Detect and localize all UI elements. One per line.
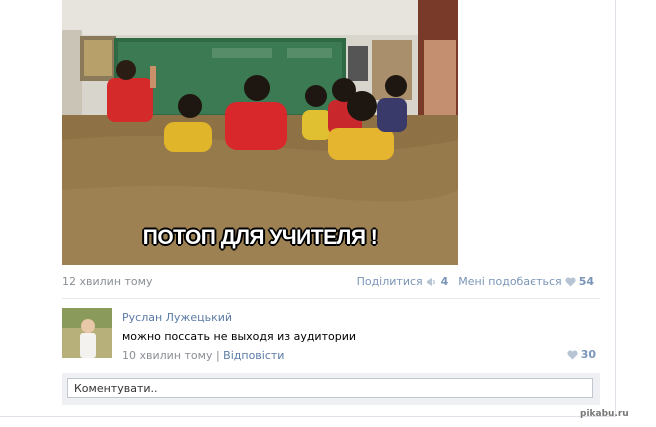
page-bottom-divider [0, 416, 616, 417]
site-watermark: pikabu.ru [580, 409, 629, 419]
comment-separator: | [215, 349, 220, 362]
reply-button[interactable]: Відповісти [223, 349, 284, 362]
post-photo[interactable]: ПОТОП ДЛЯ УЧИТЕЛЯ ! joyreactor [62, 0, 458, 265]
post-divider [62, 298, 600, 299]
avatar-image [62, 308, 112, 358]
heart-icon [565, 276, 576, 286]
comment-author[interactable]: Руслан Лужецький [122, 311, 232, 324]
photo-caption: ПОТОП ДЛЯ УЧИТЕЛЯ ! [142, 226, 378, 249]
like-button[interactable]: Мені подобається 54 [458, 275, 594, 288]
comment-text: можно поссать не выходя из аудитории [122, 330, 357, 343]
heart-icon [567, 349, 578, 359]
comment-like-count: 30 [580, 348, 596, 361]
like-label: Мені подобається [458, 275, 562, 288]
post-actions: Поділитися 4 Мені подобається 54 [347, 275, 594, 288]
share-button[interactable]: Поділитися 4 [357, 275, 449, 288]
page-border [615, 0, 616, 415]
comment-like-button[interactable]: 30 [567, 348, 596, 361]
like-count: 54 [578, 275, 594, 288]
post-timestamp[interactable]: 12 хвилин тому [62, 275, 152, 288]
comment-input[interactable]: Коментувати.. [67, 378, 593, 398]
comment-timestamp[interactable]: 10 хвилин тому [122, 349, 212, 362]
megaphone-icon [426, 277, 435, 286]
comment-meta: 10 хвилин тому | Відповісти [122, 349, 284, 362]
share-count: 4 [440, 275, 449, 288]
avatar[interactable] [62, 308, 112, 358]
share-label: Поділитися [356, 275, 423, 288]
